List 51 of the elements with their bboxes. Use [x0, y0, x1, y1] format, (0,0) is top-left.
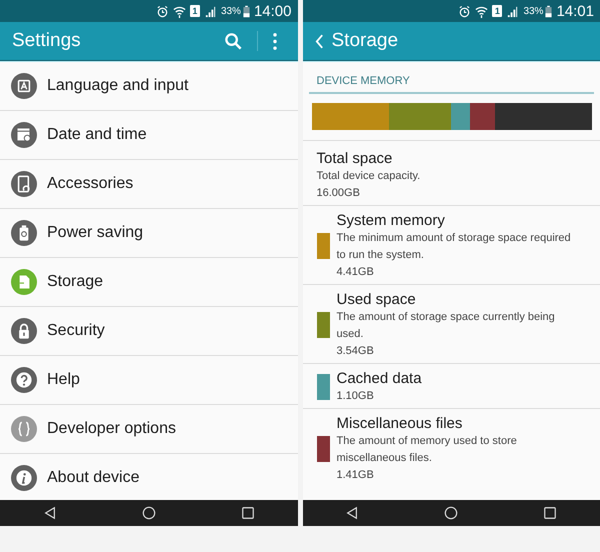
recents-icon[interactable] — [543, 506, 558, 520]
storage-category[interactable]: Cached data 1.10GB — [302, 363, 600, 408]
settings-item[interactable]: Accessories — [0, 160, 298, 209]
category-size: 3.54GB — [336, 344, 375, 359]
home-icon[interactable] — [142, 506, 156, 520]
category-description: The amount of memory used to store miscellaneous files. — [336, 434, 518, 466]
signal-icon — [506, 4, 520, 18]
battery-percent: 33% — [220, 6, 241, 16]
screen-title: Settings — [12, 30, 82, 52]
category-description: The minimum amount of storage space required to run the system. — [336, 231, 572, 263]
section-header: DEVICE MEMORY — [308, 62, 594, 94]
settings-item[interactable]: Power saving — [0, 209, 298, 258]
settings-item[interactable]: Storage — [0, 258, 298, 307]
category-size: 1.10GB — [336, 389, 375, 404]
wifi-icon — [475, 4, 488, 18]
settings-item[interactable]: Developer options — [0, 405, 298, 454]
sim-slot: 1 — [492, 5, 502, 17]
total-space-size: 16.00GB — [316, 186, 361, 201]
category-title: System memory — [336, 211, 446, 230]
back-icon[interactable] — [42, 506, 57, 520]
settings-item[interactable]: Security — [0, 307, 298, 356]
sim-slot: 1 — [190, 5, 200, 17]
settings-item[interactable]: Date and time — [0, 111, 298, 160]
clock: 14:01 — [556, 2, 594, 20]
home-icon[interactable] — [444, 506, 458, 520]
battery-icon — [545, 4, 552, 18]
settings-item[interactable]: Language and input — [0, 62, 298, 111]
clock: 14:00 — [254, 2, 292, 20]
total-space-description: Total device capacity. — [316, 169, 422, 184]
category-size: 4.41GB — [336, 265, 375, 280]
wifi-icon — [172, 4, 186, 18]
storage-category[interactable]: Used space The amount of storage space currently being used. 3.54GB — [302, 284, 600, 363]
storage-category[interactable]: System memory The minimum amount of storage space required to run the system. 4.41GB — [302, 205, 600, 284]
category-title: Miscellaneous files — [336, 414, 464, 433]
category-size: 1.41GB — [336, 468, 375, 483]
chevron-icon — [314, 34, 324, 48]
search-icon[interactable] — [224, 32, 242, 50]
category-description: The amount of storage space currently being used. — [336, 310, 556, 342]
battery-percent: 33% — [523, 6, 544, 16]
settings-item[interactable]: Help — [0, 356, 298, 405]
category-title: Cached data — [336, 369, 423, 388]
alarm-icon — [458, 4, 472, 18]
storage-category[interactable]: Miscellaneous files The amount of memory used to store miscellaneous files. 1.41GB — [302, 408, 600, 487]
back-icon[interactable] — [345, 506, 360, 520]
signal-icon — [204, 4, 217, 18]
battery-icon — [242, 4, 250, 18]
category-title: Used space — [336, 290, 417, 309]
total-space-title: Total space — [316, 149, 394, 168]
alarm-icon — [156, 4, 169, 18]
recents-icon[interactable] — [240, 506, 255, 520]
menu-icon[interactable] — [272, 32, 278, 50]
